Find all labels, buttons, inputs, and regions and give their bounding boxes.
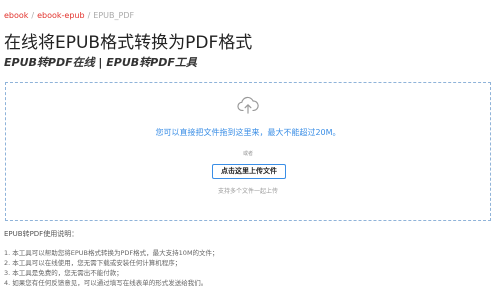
breadcrumb-current: EPUB_PDF	[93, 11, 135, 20]
page-subtitle: EPUB转PDF在线 | EPUB转PDF工具	[4, 56, 197, 69]
breadcrumb-link-ebook-epub[interactable]: ebook-epub	[37, 11, 84, 20]
instruction-item: 4. 如果您有任何反馈意见，可以通过填写在线表单的形式发送给我们。	[4, 279, 208, 287]
upload-file-button[interactable]: 点击这里上传文件	[212, 164, 286, 179]
instruction-item: 3. 本工具是免费的，您无需出不能付款；	[4, 269, 123, 277]
cloud-upload-icon	[237, 96, 259, 114]
page: ebook / ebook-epub / EPUB_PDF 在线将EPUB格式转换为PD…	[0, 0, 500, 297]
instructions-list: 1. 本工具可以帮助您将EPUB格式转换为PDF格式，最大支持10M的文件； 2…	[4, 248, 219, 288]
multi-upload-hint: 支持多个文件一起上传	[217, 188, 278, 195]
drop-hint-text: 您可以直接把文件拖到这里来，最大不能超过20M。	[155, 128, 341, 137]
instructions-title: EPUB转PDF使用说明：	[4, 230, 79, 238]
instruction-item: 1. 本工具可以帮助您将EPUB格式转换为PDF格式，最大支持10M的文件；	[4, 249, 219, 257]
page-title: 在线将EPUB格式转换为PDF格式	[4, 33, 253, 53]
breadcrumb-link-ebook[interactable]: ebook	[4, 11, 28, 20]
or-divider-text: 或者	[242, 151, 253, 157]
breadcrumb: ebook / ebook-epub / EPUB_PDF	[4, 11, 134, 21]
breadcrumb-separator: /	[31, 11, 35, 20]
instruction-item: 2. 本工具可以在线使用，您无需下载或安装任何计算机程序；	[4, 259, 182, 267]
file-drop-zone[interactable]: 您可以直接把文件拖到这里来，最大不能超过20M。 或者 点击这里上传文件 支持多…	[5, 82, 491, 221]
breadcrumb-separator: /	[87, 11, 91, 20]
